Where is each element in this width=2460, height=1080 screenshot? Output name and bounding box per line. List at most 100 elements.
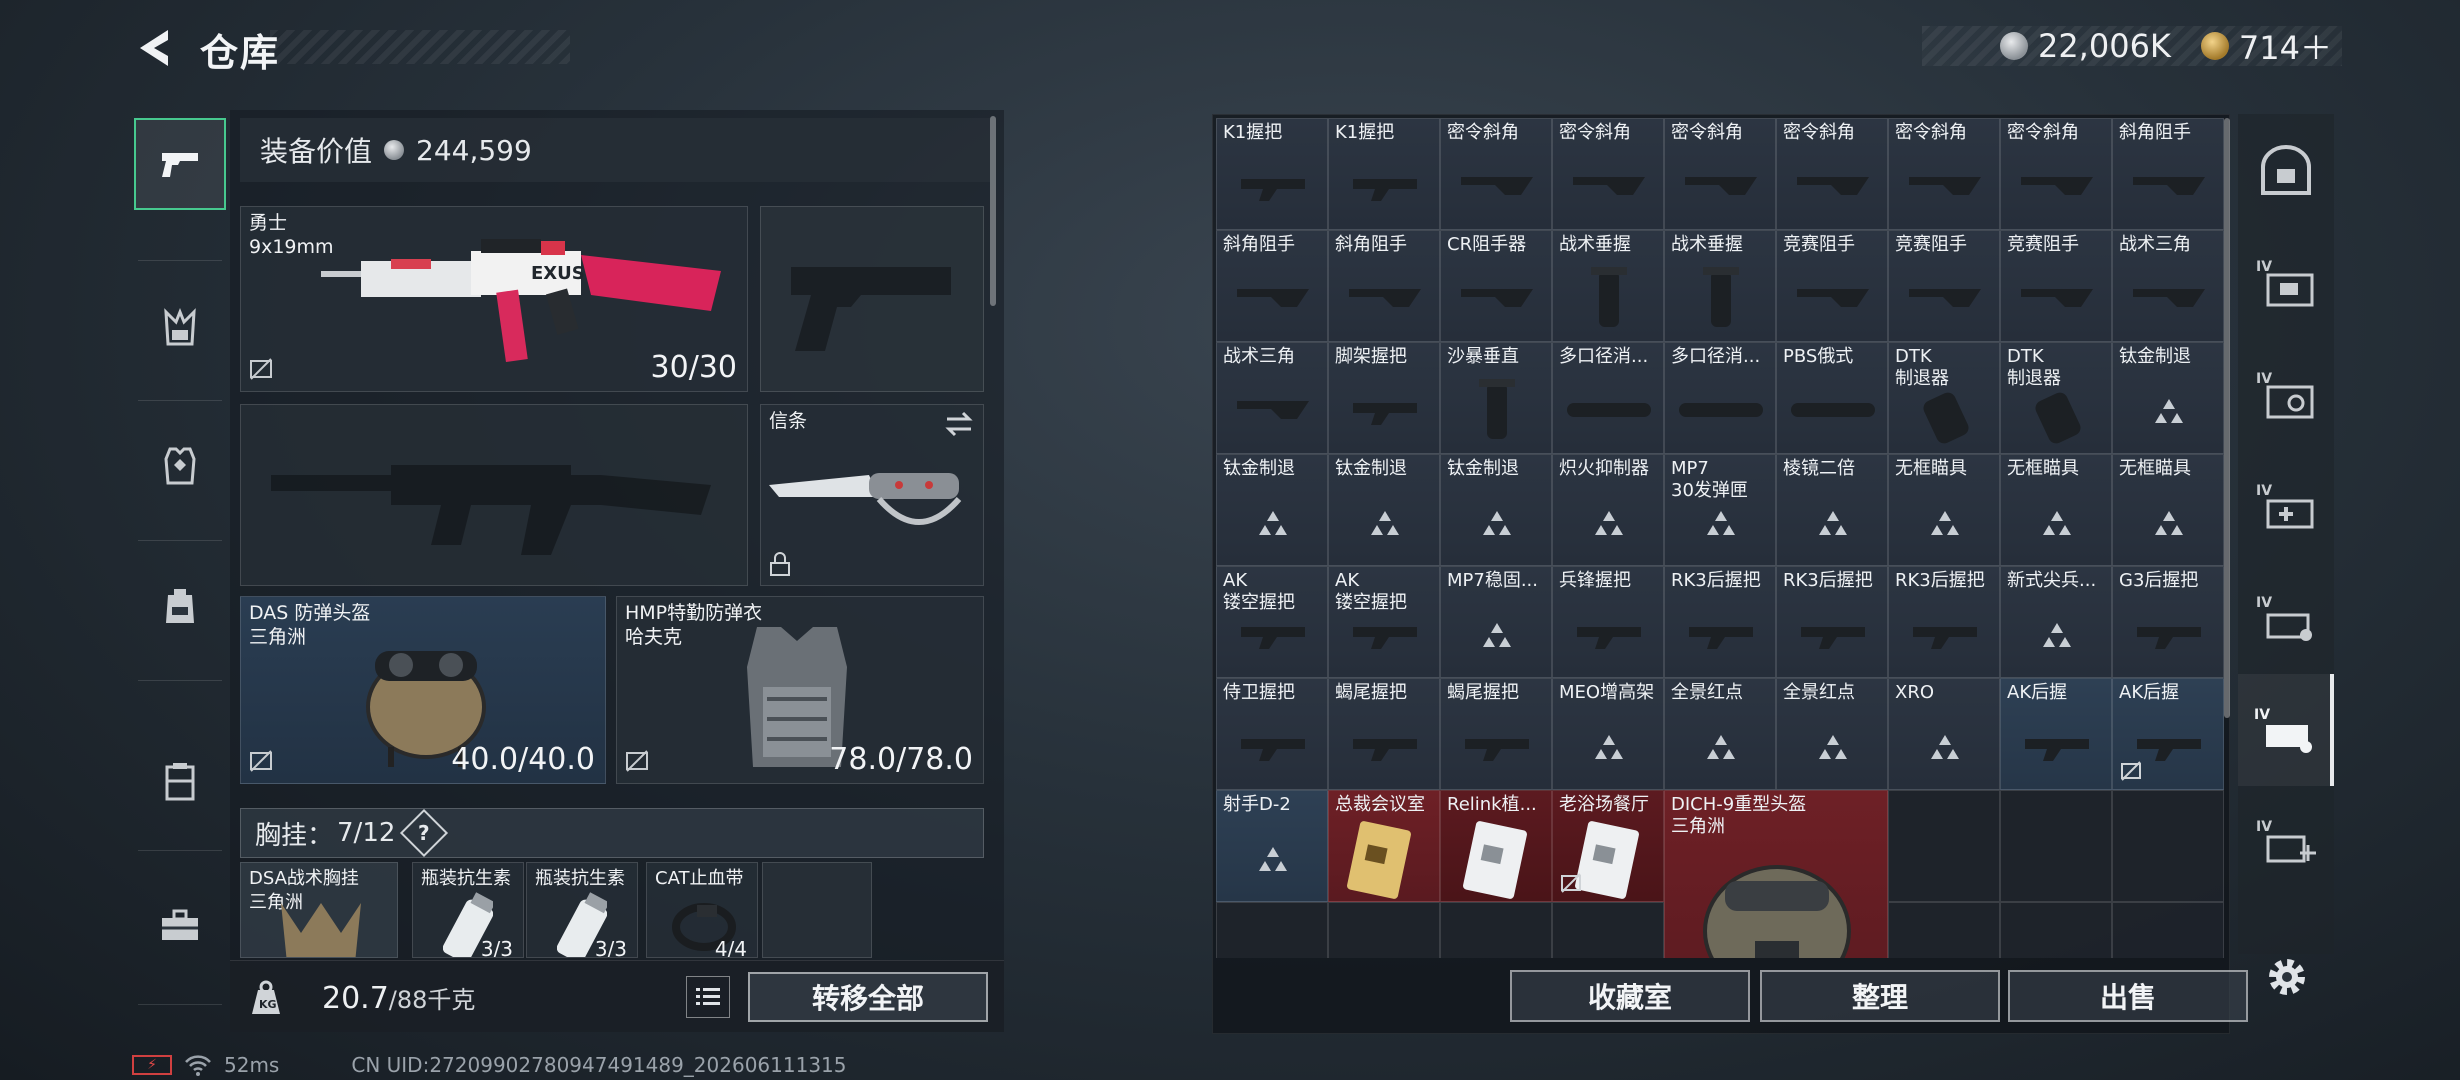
storage-item[interactable]: K1握把 xyxy=(1328,118,1440,230)
storage-empty-cell[interactable] xyxy=(1216,902,1328,958)
storage-item[interactable]: 棱镜二倍 xyxy=(1776,454,1888,566)
storage-item[interactable]: 多口径消... xyxy=(1664,342,1776,454)
swap-icon[interactable] xyxy=(943,411,975,437)
storage-item[interactable]: 斜角阻手 xyxy=(1328,230,1440,342)
storage-item[interactable]: AK后握 xyxy=(2000,678,2112,790)
storage-item[interactable]: 炽火抑制器 xyxy=(1552,454,1664,566)
storage-item[interactable]: 沙暴垂直 xyxy=(1440,342,1552,454)
nav-medical[interactable]: IV xyxy=(2238,450,2334,562)
storage-helmet-item[interactable]: DICH-9重型头盔 三角洲 xyxy=(1664,790,1888,958)
storage-scrollbar[interactable] xyxy=(2224,118,2230,718)
storage-item[interactable]: XRO xyxy=(1888,678,2000,790)
storage-item[interactable]: 多口径消... xyxy=(1552,342,1664,454)
storage-item[interactable]: AK后握 xyxy=(2112,678,2224,790)
storage-item[interactable]: 无框瞄具 xyxy=(2112,454,2224,566)
storage-item[interactable]: 蝎尾握把 xyxy=(1328,678,1440,790)
storage-item[interactable]: 战术垂握 xyxy=(1552,230,1664,342)
storage-item[interactable]: 钛金制退 xyxy=(2112,342,2224,454)
storage-empty-cell[interactable] xyxy=(2000,902,2112,958)
storage-item[interactable]: 无框瞄具 xyxy=(1888,454,2000,566)
nav-toolbox[interactable] xyxy=(134,880,226,972)
storage-item[interactable]: 新式尖兵... xyxy=(2000,566,2112,678)
vest-item-slot[interactable]: CAT止血带 4/4 xyxy=(646,862,758,958)
storage-empty-cell[interactable] xyxy=(1552,902,1664,958)
transfer-all-button[interactable]: 转移全部 xyxy=(748,972,988,1022)
nav-ammo-box[interactable]: IV xyxy=(2238,226,2334,338)
storage-empty-cell[interactable] xyxy=(2000,790,2112,902)
storage-item[interactable]: 钛金制退 xyxy=(1216,454,1328,566)
storage-item[interactable]: 侍卫握把 xyxy=(1216,678,1328,790)
nav-weapons[interactable] xyxy=(134,118,226,210)
storage-item[interactable]: 斜角阻手 xyxy=(1216,230,1328,342)
help-icon[interactable]: ? xyxy=(400,808,449,858)
storage-item[interactable]: 全景红点 xyxy=(1776,678,1888,790)
nav-add-case[interactable]: IV xyxy=(2238,786,2334,898)
storage-item[interactable]: 战术垂握 xyxy=(1664,230,1776,342)
storage-item[interactable]: DTK 制退器 xyxy=(2000,342,2112,454)
storage-item[interactable]: 密令斜角 xyxy=(1776,118,1888,230)
nav-armor[interactable] xyxy=(134,420,226,512)
storage-empty-cell[interactable] xyxy=(1888,902,2000,958)
storage-item[interactable]: 射手D-2 xyxy=(1216,790,1328,902)
gold-balance[interactable]: 714＋ xyxy=(2239,23,2332,69)
storage-item[interactable]: MEO增高架 xyxy=(1552,678,1664,790)
storage-item[interactable]: 钛金制退 xyxy=(1440,454,1552,566)
storage-item[interactable]: 竞赛阻手 xyxy=(2000,230,2112,342)
nav-tools[interactable]: IV xyxy=(2238,562,2334,674)
storage-item[interactable]: 密令斜角 xyxy=(2000,118,2112,230)
storage-item[interactable]: 蝎尾握把 xyxy=(1440,678,1552,790)
storage-item[interactable]: RK3后握把 xyxy=(1776,566,1888,678)
nav-container[interactable] xyxy=(134,736,226,828)
chest-rig-item[interactable]: DSA战术胸挂 三角洲 xyxy=(240,862,398,958)
storage-item[interactable]: AK 镂空握把 xyxy=(1328,566,1440,678)
back-button[interactable] xyxy=(132,26,176,70)
vest-empty-slot[interactable] xyxy=(762,862,872,958)
equipment-scrollbar[interactable] xyxy=(990,116,996,306)
settings-button[interactable] xyxy=(2262,952,2312,1002)
storage-item[interactable]: CR阻手器 xyxy=(1440,230,1552,342)
storage-item[interactable]: K1握把 xyxy=(1216,118,1328,230)
vest-item-slot[interactable]: 瓶装抗生素 3/3 xyxy=(526,862,638,958)
nav-keys[interactable]: IV xyxy=(2238,338,2334,450)
storage-item[interactable]: DTK 制退器 xyxy=(1888,342,2000,454)
storage-item[interactable]: 密令斜角 xyxy=(1664,118,1776,230)
list-view-button[interactable] xyxy=(686,976,730,1018)
storage-item[interactable]: 兵锋握把 xyxy=(1552,566,1664,678)
storage-item[interactable]: 战术三角 xyxy=(2112,230,2224,342)
sell-button[interactable]: 出售 xyxy=(2008,970,2248,1022)
collection-room-button[interactable]: 收藏室 xyxy=(1510,970,1750,1022)
storage-item[interactable]: 无框瞄具 xyxy=(2000,454,2112,566)
nav-backpack[interactable] xyxy=(134,560,226,652)
storage-item[interactable]: 斜角阻手 xyxy=(2112,118,2224,230)
nav-chest-rig[interactable] xyxy=(134,282,226,374)
body-armor-slot[interactable]: HMP特勤防弹衣 哈夫克 78.0/78.0 xyxy=(616,596,984,784)
storage-empty-cell[interactable] xyxy=(1888,790,2000,902)
storage-item[interactable]: 密令斜角 xyxy=(1888,118,2000,230)
vest-item-slot[interactable]: 瓶装抗生素 3/3 xyxy=(412,862,524,958)
keycard-item[interactable]: 老浴场餐厅 xyxy=(1552,790,1664,902)
primary-weapon-slot[interactable]: EXUS 勇士 9x19mm 30/30 xyxy=(240,206,748,392)
storage-item[interactable]: RK3后握把 xyxy=(1888,566,2000,678)
storage-item[interactable]: 全景红点 xyxy=(1664,678,1776,790)
nav-safe-box[interactable] xyxy=(2238,114,2334,226)
storage-empty-cell[interactable] xyxy=(2112,902,2224,958)
storage-item[interactable]: 竞赛阻手 xyxy=(1888,230,2000,342)
helmet-slot[interactable]: DAS 防弹头盔 三角洲 40.0/40.0 xyxy=(240,596,606,784)
storage-item[interactable]: G3后握把 xyxy=(2112,566,2224,678)
storage-empty-cell[interactable] xyxy=(1440,902,1552,958)
keycard-item[interactable]: 总裁会议室 xyxy=(1328,790,1440,902)
melee-slot[interactable]: 信条 xyxy=(760,404,984,586)
storage-item[interactable]: PBS俄式 xyxy=(1776,342,1888,454)
secondary-weapon-slot[interactable] xyxy=(240,404,748,586)
storage-item[interactable]: AK 镂空握把 xyxy=(1216,566,1328,678)
sort-button[interactable]: 整理 xyxy=(1760,970,2000,1022)
storage-item[interactable]: 竞赛阻手 xyxy=(1776,230,1888,342)
secondary-pistol-slot[interactable] xyxy=(760,206,984,392)
nav-attachments[interactable]: IV xyxy=(2238,674,2334,786)
storage-item[interactable]: 密令斜角 xyxy=(1552,118,1664,230)
storage-item[interactable]: MP7 30发弹匣 xyxy=(1664,454,1776,566)
storage-item[interactable]: RK3后握把 xyxy=(1664,566,1776,678)
keycard-item[interactable]: Relink植... xyxy=(1440,790,1552,902)
storage-item[interactable]: MP7稳固... xyxy=(1440,566,1552,678)
storage-empty-cell[interactable] xyxy=(1328,902,1440,958)
